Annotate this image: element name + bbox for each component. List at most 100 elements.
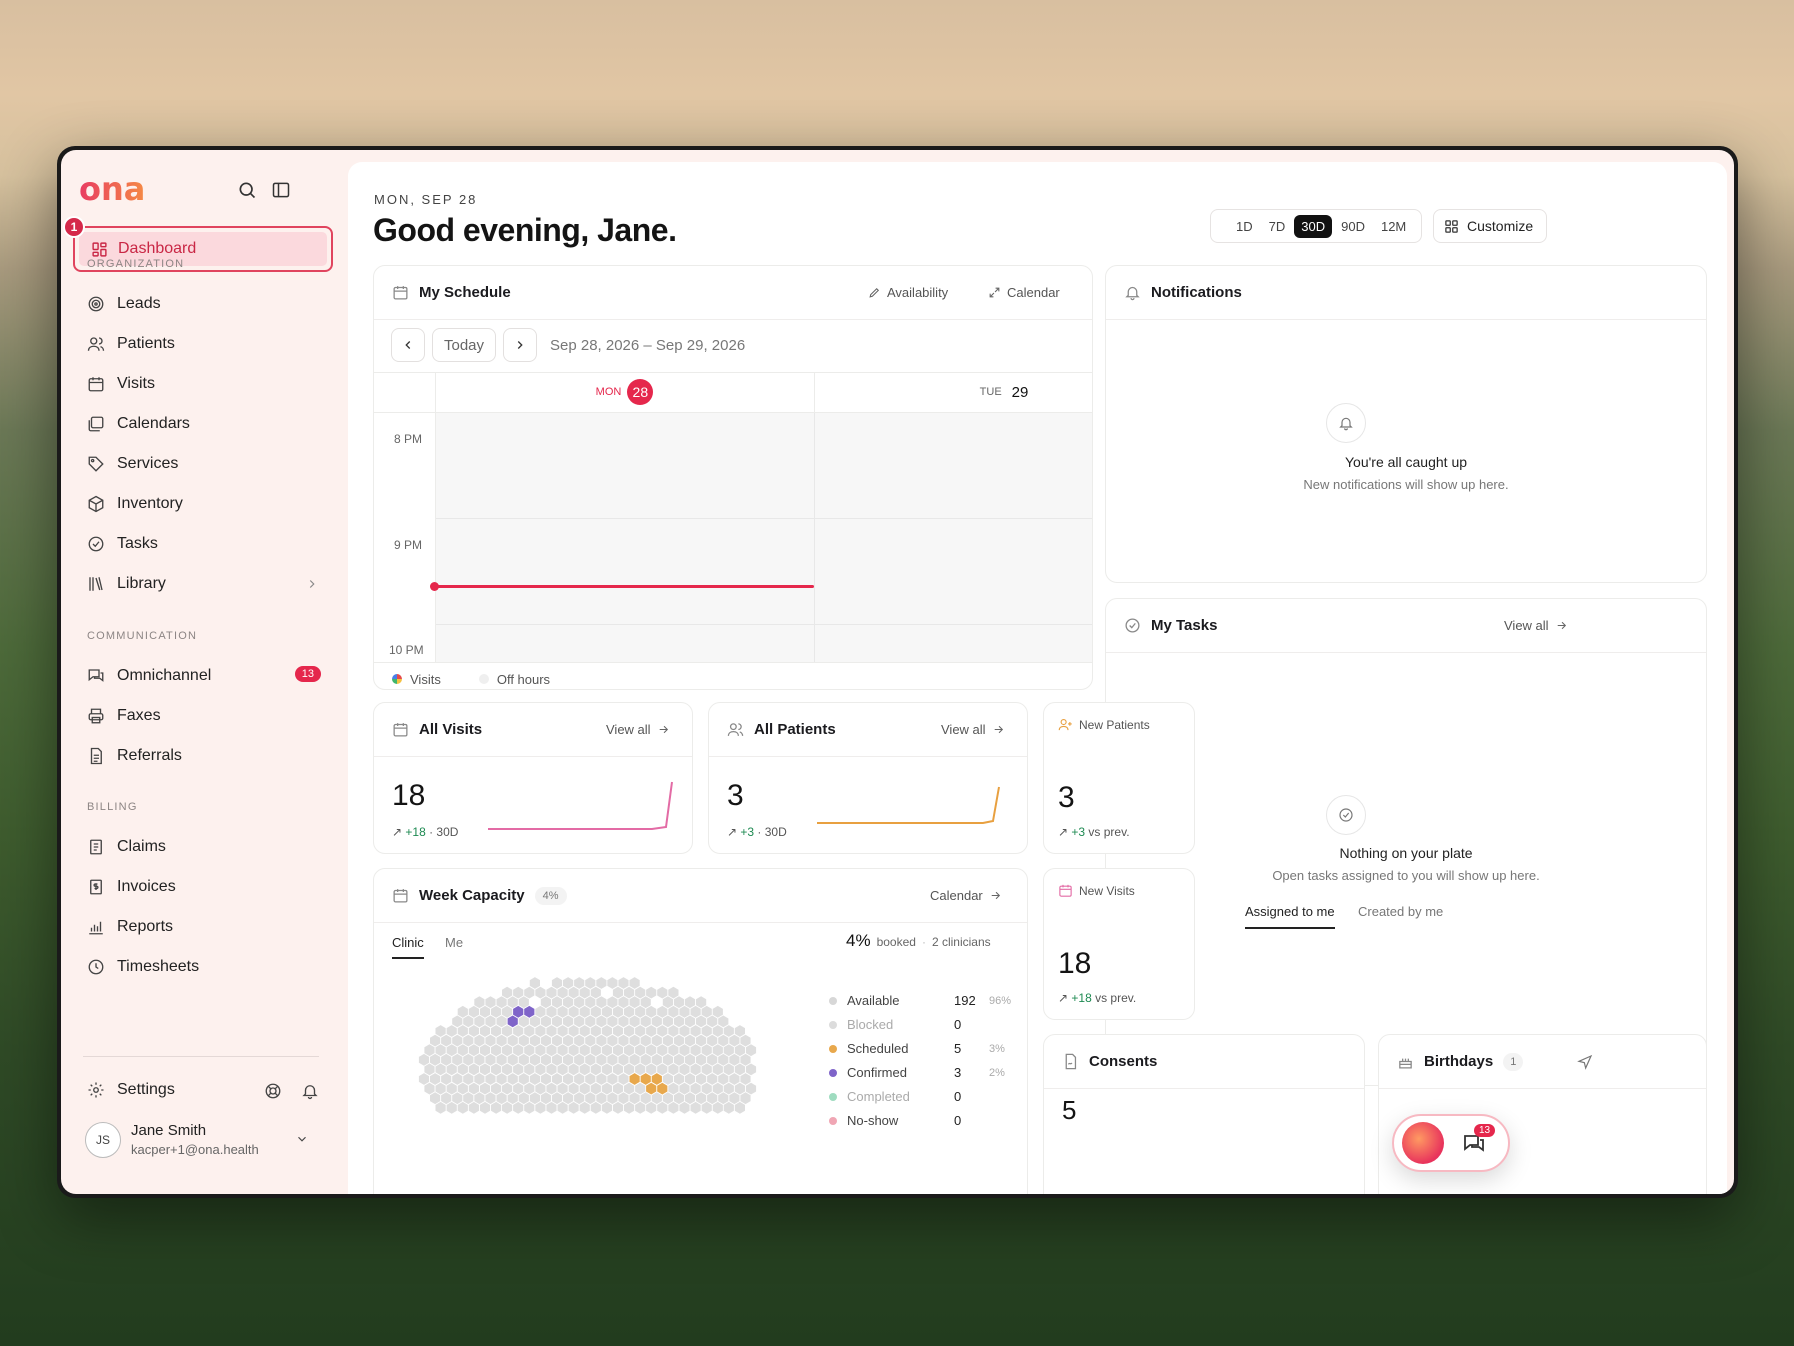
range-7d[interactable]: 7D <box>1262 215 1293 238</box>
omnichannel-count-badge: 13 <box>294 666 321 682</box>
day-header-tue[interactable]: TUE 29 <box>814 372 1092 412</box>
sidebar-item-label: Referrals <box>117 747 182 764</box>
capacity-slot <box>696 1073 707 1085</box>
sidebar-item-library[interactable]: Library <box>87 567 337 601</box>
capacity-slot <box>579 1101 590 1114</box>
capacity-slot <box>607 996 618 1009</box>
link-label: View all <box>941 722 986 737</box>
capacity-slot <box>507 1053 518 1066</box>
capacity-slot <box>468 1005 479 1018</box>
sidebar-item-reports[interactable]: Reports <box>87 910 337 944</box>
user-profile[interactable]: JS Jane Smith kacper+1@ona.health <box>83 1118 319 1168</box>
sidebar-item-inventory[interactable]: Inventory <box>87 487 337 521</box>
tab-clinic[interactable]: Clinic <box>392 935 424 959</box>
today-button[interactable]: Today <box>432 328 496 362</box>
range-90d[interactable]: 90D <box>1334 215 1372 238</box>
capacity-slot <box>712 1044 723 1057</box>
sidebar-item-referrals[interactable]: Referrals <box>87 739 337 773</box>
legend-value: 5 <box>954 1041 962 1056</box>
sidebar-item-faxes[interactable]: Faxes <box>87 699 337 733</box>
sidebar-item-services[interactable]: Services <box>87 447 337 481</box>
capacity-slot <box>596 1034 607 1047</box>
sidebar-item-timesheets[interactable]: Timesheets <box>87 950 337 984</box>
capacity-slot <box>712 1063 723 1076</box>
capacity-slot <box>441 1073 452 1085</box>
sidebar-toggle-icon[interactable] <box>271 180 291 200</box>
range-1d[interactable]: 1D <box>1229 215 1260 238</box>
legend-dot <box>829 996 837 1005</box>
tab-me[interactable]: Me <box>445 935 463 950</box>
empty-title: Nothing on your plate <box>1339 845 1473 861</box>
capacity-slot <box>491 1101 502 1114</box>
range-30d[interactable]: 30D <box>1294 214 1333 238</box>
customize-button[interactable]: Customize <box>1433 209 1547 243</box>
signature-icon <box>1065 1053 1077 1070</box>
legend-percent: 3% <box>989 1042 1005 1055</box>
card-title: My Schedule <box>419 284 511 301</box>
help-icon[interactable] <box>264 1082 282 1100</box>
capacity-slot <box>740 1073 751 1085</box>
tab-created-by-me[interactable]: Created by me <box>1358 904 1443 919</box>
capacity-slot <box>551 1092 563 1105</box>
capacity-slot <box>474 1034 485 1047</box>
capacity-slot <box>540 1092 551 1105</box>
prev-day-button[interactable] <box>391 328 425 362</box>
calendar-link[interactable]: Calendar <box>982 285 1060 300</box>
capacity-slot <box>430 1073 441 1085</box>
capacity-slot <box>557 1082 568 1095</box>
patients-view-all-link[interactable]: View all <box>941 722 1011 737</box>
link-label: View all <box>606 722 651 737</box>
capacity-slot <box>646 1063 657 1076</box>
availability-link[interactable]: Availability <box>862 285 948 300</box>
capacity-slot <box>468 1025 479 1037</box>
sidebar-item-claims[interactable]: Claims <box>87 830 337 864</box>
capacity-slot <box>723 1082 734 1095</box>
sidebar-item-label: Visits <box>117 375 155 392</box>
sidebar-item-visits[interactable]: Visits <box>87 367 337 401</box>
capacity-slot <box>640 1092 651 1105</box>
capacity-slot <box>629 1073 640 1085</box>
sidebar-item-leads[interactable]: Leads <box>87 287 337 321</box>
capacity-slot <box>468 1063 479 1076</box>
card-title: My Tasks <box>1151 617 1218 634</box>
capacity-slot <box>601 1005 612 1018</box>
sidebar-item-invoices[interactable]: Invoices <box>87 870 337 904</box>
grid-icon <box>1445 219 1458 233</box>
sidebar-item-tasks[interactable]: Tasks <box>87 527 337 561</box>
send-icon[interactable] <box>1577 1054 1593 1070</box>
bell-icon[interactable] <box>301 1082 319 1100</box>
search-icon[interactable] <box>237 180 257 200</box>
capacity-slot <box>557 1025 568 1037</box>
calendar-icon <box>393 889 408 903</box>
chat-count-badge: 13 <box>1474 1124 1496 1137</box>
capacity-slot <box>441 1053 452 1066</box>
tab-assigned-to-me[interactable]: Assigned to me <box>1245 904 1335 929</box>
capacity-slot <box>596 1015 607 1028</box>
sidebar-item-calendars[interactable]: Calendars <box>87 407 337 441</box>
capacity-slot <box>518 996 529 1009</box>
birthdays-count-badge: 1 <box>1503 1052 1524 1071</box>
ona-logo[interactable]: ona <box>79 172 169 208</box>
capacity-slot <box>696 996 707 1009</box>
visits-view-all-link[interactable]: View all <box>606 722 676 737</box>
sidebar-item-settings[interactable]: Settings <box>87 1073 337 1107</box>
chat-widget-button[interactable]: 13 <box>1392 1114 1510 1172</box>
capacity-calendar-link[interactable]: Calendar <box>930 888 1008 903</box>
capacity-slot <box>640 1015 651 1028</box>
capacity-slot <box>718 1092 729 1105</box>
tasks-view-all-link[interactable]: View all <box>1504 618 1574 633</box>
capacity-slot <box>529 1015 540 1028</box>
capacity-slot <box>502 986 513 999</box>
capacity-slot <box>568 1044 579 1057</box>
capacity-slot <box>557 1101 568 1114</box>
sidebar-item-patients[interactable]: Patients <box>87 327 337 361</box>
capacity-slot <box>502 1044 513 1057</box>
legend-value: 0 <box>954 1017 962 1032</box>
range-12m[interactable]: 12M <box>1374 215 1413 238</box>
sidebar-item-omnichannel[interactable]: Omnichannel 13 <box>87 659 337 693</box>
next-day-button[interactable] <box>503 328 537 362</box>
day-header-mon[interactable]: MON 28 <box>435 372 814 412</box>
avatar-initials: JS <box>95 1133 110 1147</box>
capacity-slot <box>590 986 601 999</box>
capacity-slot <box>590 1025 601 1037</box>
